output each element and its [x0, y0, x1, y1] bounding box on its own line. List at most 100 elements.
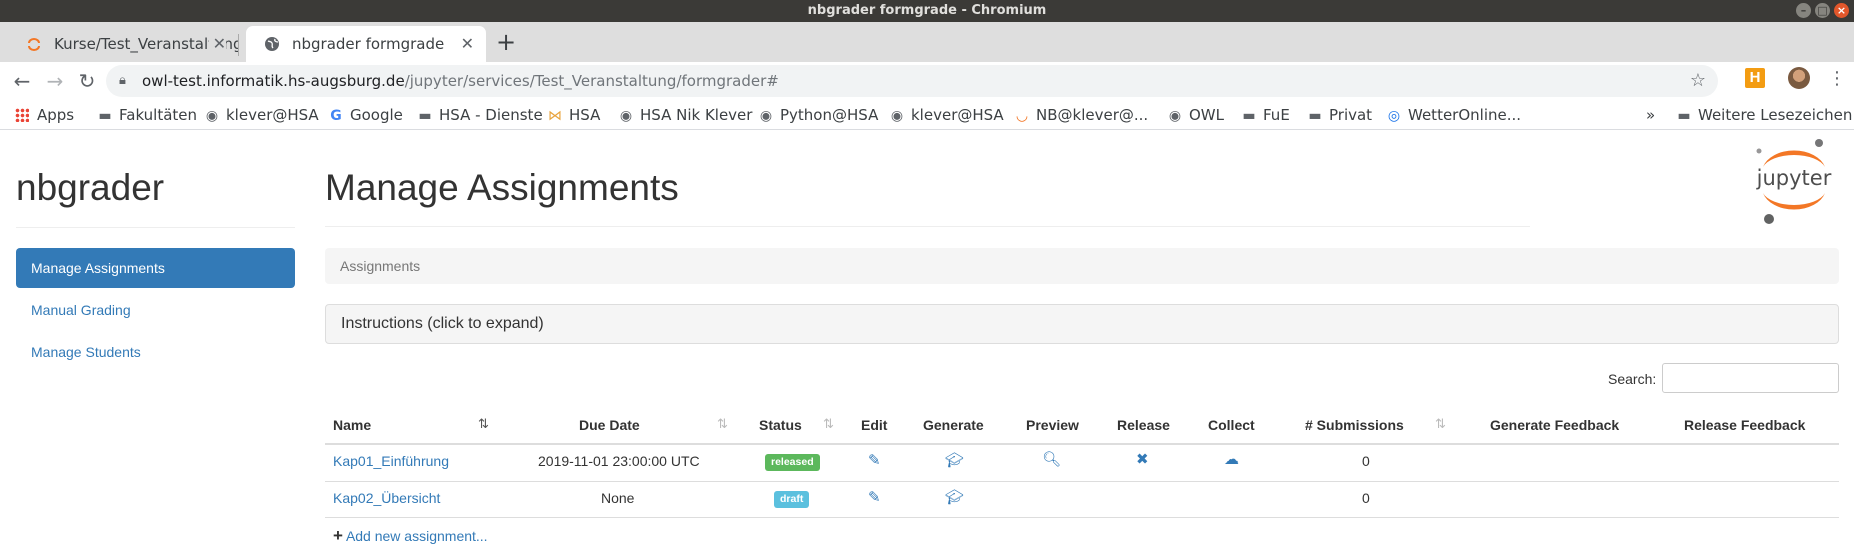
- assignment-link-kap01[interactable]: Kap01_Einführung: [333, 453, 449, 469]
- preview-search-icon[interactable]: 🔍︎: [1042, 450, 1061, 468]
- tab-nbgrader-formgrade[interactable]: nbgrader formgrade ✕: [246, 26, 486, 62]
- instructions-panel[interactable]: Instructions (click to expand): [325, 304, 1839, 344]
- close-window-icon[interactable]: ×: [1834, 3, 1849, 18]
- bookmark-google[interactable]: G Google: [328, 100, 403, 131]
- add-new-assignment-link[interactable]: + Add new assignment...: [333, 526, 488, 546]
- page-title: Manage Assignments: [325, 167, 679, 208]
- menu-dots-icon[interactable]: ⋮: [1828, 66, 1846, 90]
- bookmark-apps[interactable]: Apps: [15, 100, 74, 130]
- release-x-icon[interactable]: ✖: [1136, 450, 1149, 468]
- column-header-collect: Collect: [1208, 417, 1255, 433]
- address-path: /jupyter/services/Test_Veranstaltung/for…: [404, 72, 779, 90]
- close-tab-icon[interactable]: ✕: [461, 26, 474, 62]
- reload-icon[interactable]: ↻: [74, 68, 100, 94]
- bookmark-nb-klever[interactable]: ◡ NB@klever@...: [1014, 100, 1148, 131]
- generate-graduation-cap-icon[interactable]: 🎓︎: [945, 451, 964, 469]
- back-icon[interactable]: ←: [9, 68, 35, 94]
- globe-icon: [265, 37, 279, 51]
- tab-label: nbgrader formgrade: [292, 35, 445, 53]
- folder-icon: ▬: [1677, 108, 1691, 124]
- column-header-submissions[interactable]: # Submissions: [1305, 407, 1404, 443]
- sidebar-item-manual-grading[interactable]: Manual Grading: [16, 290, 295, 330]
- tab-kurse[interactable]: Kurse/Test_Veranstaltung ✕: [8, 26, 238, 62]
- weather-icon: ◎: [1387, 108, 1401, 124]
- sort-asc-icon[interactable]: ⇅: [478, 407, 489, 443]
- sidebar-divider: [16, 227, 295, 228]
- minimize-icon[interactable]: –: [1796, 3, 1811, 18]
- address-bar[interactable]: 🔒︎ owl-test.informatik.hs-augsburg.de/ju…: [106, 65, 1718, 97]
- collect-cloud-download-icon[interactable]: ☁: [1224, 450, 1239, 468]
- column-header-status[interactable]: Status: [759, 407, 802, 443]
- column-header-generate-feedback: Generate Feedback: [1490, 417, 1620, 433]
- edit-pencil-icon[interactable]: ✎: [868, 488, 881, 506]
- table-row-divider: [325, 517, 1839, 518]
- status-badge: released: [765, 452, 820, 471]
- bookmark-owl[interactable]: ◉ OWL: [1167, 100, 1224, 131]
- page-content: nbgrader Manage Assignments Manual Gradi…: [0, 131, 1854, 560]
- bookmark-star-icon[interactable]: ☆: [1690, 65, 1706, 97]
- globe-icon: ◉: [205, 108, 219, 124]
- extension-h-icon[interactable]: H: [1745, 68, 1765, 88]
- assignment-link-kap02[interactable]: Kap02_Übersicht: [333, 490, 440, 506]
- column-header-preview: Preview: [1026, 417, 1079, 433]
- lock-icon: 🔒︎: [119, 73, 126, 88]
- submissions-count: 0: [1362, 453, 1370, 469]
- bookmark-privat[interactable]: ▬ Privat: [1307, 100, 1372, 131]
- avatar[interactable]: [1788, 67, 1810, 89]
- address-host: owl-test.informatik.hs-augsburg.de: [142, 72, 405, 90]
- title-divider: [325, 226, 1530, 227]
- maximize-icon[interactable]: □: [1815, 3, 1830, 18]
- window-title: nbgrader formgrade - Chromium: [807, 3, 1047, 18]
- apps-grid-icon: [15, 108, 29, 122]
- forward-icon[interactable]: →: [42, 68, 68, 94]
- plus-icon: +: [333, 526, 343, 545]
- close-tab-icon[interactable]: ✕: [208, 26, 226, 62]
- globe-icon: ◉: [1168, 108, 1182, 124]
- table-row-divider: [325, 481, 1839, 482]
- tab-separator: [238, 34, 239, 56]
- bookmark-hsa[interactable]: ⋈ HSA: [547, 100, 600, 131]
- sidebar-item-manage-students[interactable]: Manage Students: [16, 332, 295, 372]
- sort-icon[interactable]: ⇅: [717, 407, 728, 443]
- bookmark-hsa-dienste[interactable]: ▬ HSA - Dienste: [417, 100, 542, 131]
- bookmark-klever-hsa-2[interactable]: ◉ klever@HSA: [889, 100, 1004, 131]
- bookmarks-bar: Apps ▬ Fakultäten ◉ klever@HSA G Google ▬ HS…: [0, 100, 1854, 130]
- folder-icon: ▬: [418, 108, 432, 124]
- bookmark-fue[interactable]: ▬ FuE: [1241, 100, 1289, 131]
- search-label: Search:: [1608, 371, 1657, 387]
- folder-icon: ▬: [1308, 108, 1322, 124]
- due-date-cell: 2019-11-01 23:00:00 UTC: [538, 453, 700, 469]
- bookmark-fakultaeten[interactable]: ▬ Fakultäten: [97, 100, 197, 131]
- folder-icon: ▬: [1242, 108, 1256, 124]
- bookmark-wetteronline[interactable]: ◎ WetterOnline...: [1386, 100, 1521, 131]
- sidebar-item-manage-assignments[interactable]: Manage Assignments: [16, 248, 295, 288]
- bookmark-hsa-nik-klever[interactable]: ◉ HSA Nik Klever: [618, 100, 753, 131]
- submissions-count: 0: [1362, 490, 1370, 506]
- jupyter-favicon-icon: [28, 38, 40, 51]
- sort-icon[interactable]: ⇅: [823, 407, 834, 443]
- globe-icon: ◉: [619, 108, 633, 124]
- edit-pencil-icon[interactable]: ✎: [868, 451, 881, 469]
- brand-title: nbgrader: [16, 167, 165, 208]
- bookmark-python-hsa[interactable]: ◉ Python@HSA: [758, 100, 878, 131]
- due-date-cell: None: [601, 490, 635, 506]
- folder-icon: ▬: [98, 108, 112, 124]
- google-icon: G: [330, 108, 342, 124]
- globe-icon: ◉: [890, 108, 904, 124]
- search-input[interactable]: [1662, 363, 1839, 393]
- column-header-due-date[interactable]: Due Date: [579, 407, 640, 443]
- column-header-generate: Generate: [923, 417, 984, 433]
- breadcrumb: Assignments: [325, 248, 1839, 284]
- tab-strip: Kurse/Test_Veranstaltung ✕ nbgrader form…: [0, 22, 1854, 62]
- bookmark-klever-hsa[interactable]: ◉ klever@HSA: [204, 100, 319, 131]
- bookmarks-overflow-icon[interactable]: »: [1646, 100, 1655, 130]
- jupyter-icon: ◡: [1015, 108, 1029, 124]
- column-header-name[interactable]: Name: [333, 407, 371, 443]
- column-header-release: Release: [1117, 417, 1170, 433]
- column-header-release-feedback: Release Feedback: [1684, 417, 1806, 433]
- new-tab-icon[interactable]: +: [496, 28, 516, 56]
- generate-graduation-cap-icon[interactable]: 🎓︎: [945, 488, 964, 506]
- sort-icon[interactable]: ⇅: [1435, 407, 1446, 443]
- bookmark-weitere-lesezeichen[interactable]: ▬ Weitere Lesezeichen: [1676, 100, 1852, 131]
- hsa-icon: ⋈: [548, 108, 562, 124]
